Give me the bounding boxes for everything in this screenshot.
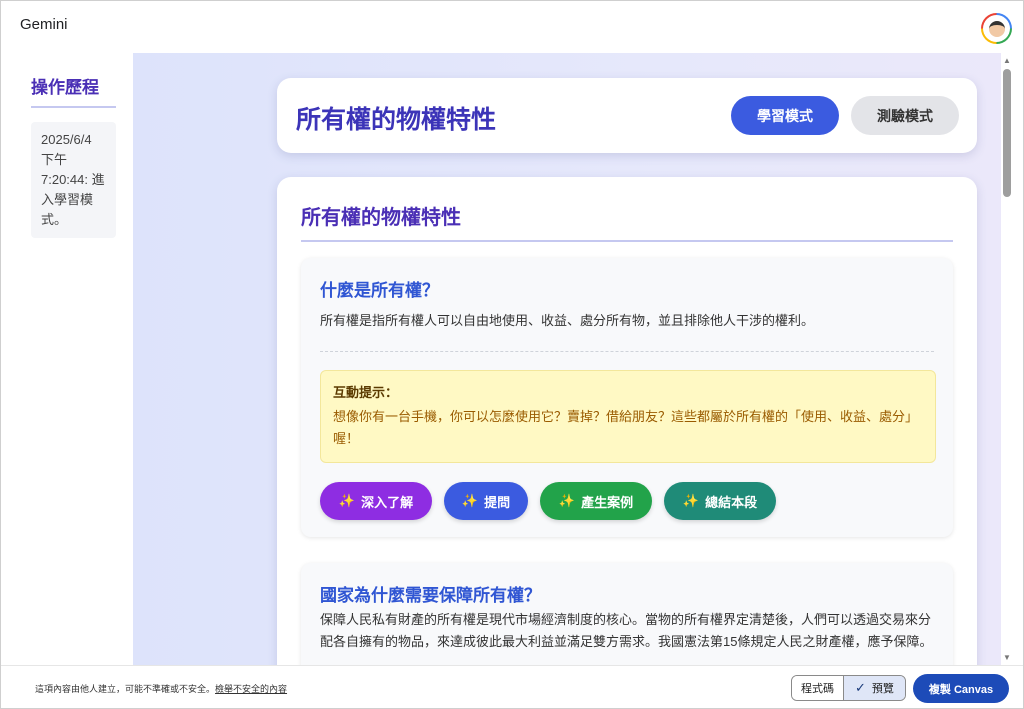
deep-dive-button[interactable]: ✨ 深入了解 (320, 482, 432, 520)
scroll-thumb[interactable] (1003, 69, 1011, 197)
generate-example-button[interactable]: ✨ 產生案例 (540, 482, 652, 520)
code-tab[interactable]: 程式碼 (792, 676, 843, 700)
disclaimer-text: 這項內容由他人建立，可能不準確或不安全。 (35, 684, 216, 694)
deep-dive-label: 深入了解 (361, 494, 414, 510)
interactive-hint-box: 互動提示： 想像你有一台手機，你可以怎麼使用它？賣掉？借給朋友？這些都屬於所有權… (320, 370, 936, 463)
summarize-label: 總結本段 (705, 494, 758, 510)
footer-bar: 這項內容由他人建立，可能不準確或不安全。檢舉不安全的內容 程式碼 ✓ 預覽 複製… (1, 665, 1023, 708)
content-title: 所有權的物權特性 (301, 201, 953, 242)
section-what-is-ownership: 什麼是所有權？ 所有權是指所有權人可以自由地使用、收益、處分所有物，並且排除他人… (301, 258, 953, 537)
sparkle-icon: ✨ (558, 493, 576, 508)
preview-tab[interactable]: ✓ 預覽 (843, 676, 905, 700)
avatar-image (983, 15, 1010, 42)
section-title: 什麼是所有權？ (320, 281, 439, 300)
ask-question-label: 提問 (484, 494, 511, 510)
top-bar: Gemini (1, 1, 1023, 53)
quiz-mode-button[interactable]: 測驗模式 (851, 96, 959, 135)
check-icon: ✓ (855, 680, 866, 695)
sparkle-icon: ✨ (461, 493, 479, 508)
history-log-entry: 2025/6/4 下午 7:20:44: 進入學習模式。 (31, 122, 116, 238)
view-toggle: 程式碼 ✓ 預覽 (791, 675, 906, 701)
dashed-divider (320, 351, 934, 352)
history-heading: 操作歷程 (31, 73, 116, 108)
hint-text: 想像你有一台手機，你可以怎麼使用它？賣掉？借給朋友？這些都屬於所有權的「使用、收… (333, 409, 919, 446)
disclaimer: 這項內容由他人建立，可能不準確或不安全。檢舉不安全的內容 (35, 682, 287, 695)
section-title: 國家為什麼需要保障所有權？ (320, 586, 541, 605)
preview-label: 預覽 (871, 683, 894, 695)
header-card: 所有權的物權特性 學習模式 測驗模式 (277, 78, 977, 153)
page-title: 所有權的物權特性 (296, 106, 497, 134)
app-title: Gemini (20, 16, 68, 33)
sparkle-icon: ✨ (682, 493, 700, 508)
user-avatar[interactable] (981, 13, 1012, 44)
avatar-face-icon (988, 21, 1005, 37)
section-text: 所有權是指所有權人可以自由地使用、收益、處分所有物，並且排除他人干涉的權利。 (320, 313, 815, 328)
sparkle-icon: ✨ (338, 493, 356, 508)
scroll-up-icon[interactable]: ▲ (1003, 56, 1011, 65)
vertical-scrollbar[interactable]: ▲ ▼ (1001, 53, 1013, 665)
section-why-protect-ownership: 國家為什麼需要保障所有權？ 保障人民私有財產的所有權是現代市場經濟制度的核心。當… (301, 563, 953, 665)
ask-question-button[interactable]: ✨ 提問 (444, 482, 528, 520)
summarize-button[interactable]: ✨ 總結本段 (664, 482, 776, 520)
content-card: 所有權的物權特性 什麼是所有權？ 所有權是指所有權人可以自由地使用、收益、處分所… (277, 177, 977, 665)
hint-label: 互動提示： (333, 385, 399, 400)
section-text: 保障人民私有財產的所有權是現代市場經濟制度的核心。當物的所有權界定清楚後，人們可… (320, 612, 933, 649)
learn-mode-button[interactable]: 學習模式 (731, 96, 839, 135)
report-unsafe-link[interactable]: 檢舉不安全的內容 (215, 684, 287, 694)
copy-canvas-button[interactable]: 複製 Canvas (913, 674, 1009, 703)
canvas-preview: 所有權的物權特性 學習模式 測驗模式 所有權的物權特性 什麼是所有權？ 所有權是… (133, 53, 1001, 665)
history-sidebar: 操作歷程 2025/6/4 下午 7:20:44: 進入學習模式。 (1, 53, 133, 665)
scroll-down-icon[interactable]: ▼ (1003, 653, 1011, 662)
generate-example-label: 產生案例 (581, 494, 634, 510)
